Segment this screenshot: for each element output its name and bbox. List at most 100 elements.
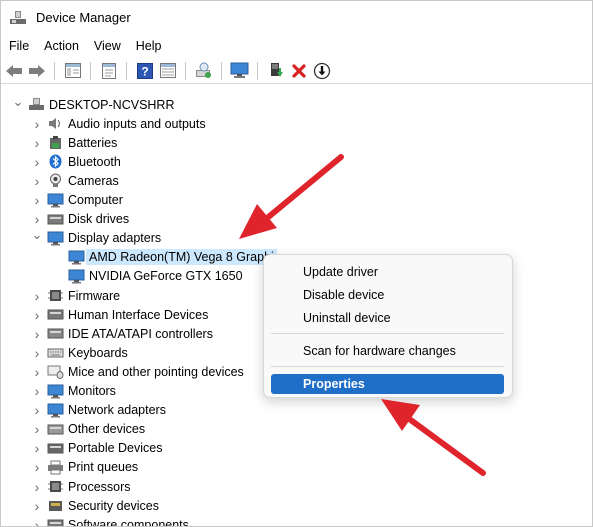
context-menu-disable-device[interactable]: Disable device [271,285,504,305]
expand-chevron-icon[interactable]: › [30,382,44,401]
context-menu: Update driver Disable device Uninstall d… [263,254,513,398]
display-adapter-icon [47,231,64,246]
display-adapter-device-1[interactable]: NVIDIA GeForce GTX 1650 [65,267,243,286]
tree-category-17[interactable]: › Processors [30,477,131,496]
toolbar: ? [1,58,592,84]
expand-chevron-icon[interactable]: › [30,171,44,190]
tree-category-9[interactable]: › IDE ATA/ATAPI controllers [30,324,213,343]
tree-category-label: Display adapters [68,231,162,246]
mouse-icon [47,364,64,380]
tree-category-10[interactable]: › Keyboards [30,343,128,362]
tree-category-18[interactable]: › Security devices [30,496,159,515]
tree-category-2[interactable]: › Bluetooth [30,152,121,171]
expand-chevron-icon[interactable]: › [30,343,44,362]
expand-chevron-icon[interactable]: › [30,191,44,210]
computer-root-icon [28,97,45,112]
software-component-icon [47,517,64,526]
menu-help[interactable]: Help [128,39,169,53]
properties-sheet-icon[interactable] [99,61,119,81]
disable-device-icon[interactable] [312,61,332,81]
tree-category-4[interactable]: › Computer [30,191,123,210]
window-title: Device Manager [36,10,131,25]
expand-chevron-icon[interactable]: › [30,458,44,477]
expand-chevron-icon[interactable]: › [30,133,44,152]
expand-chevron-icon[interactable]: › [30,362,44,381]
context-menu-uninstall-device[interactable]: Uninstall device [271,308,504,328]
expand-chevron-icon[interactable]: › [30,401,44,420]
tree-category-12[interactable]: › Monitors [30,382,116,401]
collapse-chevron-icon[interactable]: ⌄ [30,226,44,245]
display-adapter-device-label: NVIDIA GeForce GTX 1650 [89,269,243,284]
tree-category-0[interactable]: › Audio inputs and outputs [30,114,206,133]
tree-category-label: Cameras [68,173,119,188]
security-icon [47,498,64,513]
tree-category-11[interactable]: › Mice and other pointing devices [30,362,244,381]
tree-category-1[interactable]: › Batteries [30,133,118,152]
expand-chevron-icon[interactable]: › [30,152,44,171]
scan-hardware-icon[interactable] [194,61,214,81]
tree-category-label: Processors [68,479,131,494]
tree-category-6[interactable]: ⌄ Display adapters [30,226,162,248]
uninstall-device-icon[interactable] [289,61,309,81]
tree-category-label: Firmware [68,288,121,303]
tree-category-label: Batteries [68,135,118,150]
show-hide-tree-icon[interactable] [63,61,83,81]
battery-icon [47,135,64,150]
tree-category-13[interactable]: › Network adapters [30,401,166,420]
console-view-icon[interactable] [158,61,178,81]
hid-icon [47,307,64,322]
forward-arrow-icon[interactable] [27,61,47,81]
bluetooth-icon [47,154,64,169]
tree-category-3[interactable]: › Cameras [30,171,119,190]
camera-icon [47,173,64,188]
expand-chevron-icon[interactable]: › [30,286,44,305]
update-driver-icon[interactable] [266,61,286,81]
toolbar-separator [54,61,55,80]
expand-chevron-icon[interactable]: › [30,515,44,526]
menu-action[interactable]: Action [36,39,86,53]
expand-chevron-icon[interactable]: › [30,305,44,324]
keyboard-icon [47,345,64,360]
context-menu-properties[interactable]: Properties [271,374,504,394]
tree-category-label: Human Interface Devices [68,307,209,322]
context-menu-separator [271,333,504,334]
display-adapter-device-label: AMD Radeon(TM) Vega 8 Graphi [86,249,277,266]
tree-category-label: Computer [68,193,123,207]
tree-category-19[interactable]: › Software components [30,515,189,526]
expand-chevron-icon[interactable]: › [30,496,44,515]
tree-category-label: Bluetooth [68,154,121,169]
expand-chevron-icon[interactable]: › [30,324,44,343]
display-adapter-device-0[interactable]: AMD Radeon(TM) Vega 8 Graphi [65,248,277,267]
tree-category-8[interactable]: › Human Interface Devices [30,305,209,324]
toolbar-separator [126,61,127,80]
context-menu-update-driver[interactable]: Update driver [271,262,504,282]
expand-chevron-icon[interactable]: › [30,439,44,458]
help-icon[interactable]: ? [135,61,155,81]
network-adapter-icon [47,403,64,418]
tree-category-label: Audio inputs and outputs [68,116,206,131]
expand-chevron-icon[interactable]: › [30,114,44,133]
speaker-icon [47,116,64,131]
collapse-chevron-icon[interactable]: ⌄ [11,92,25,111]
tree-category-5[interactable]: › Disk drives [30,210,129,229]
display-adapter-device-icon [68,269,85,284]
ide-controller-icon [47,326,64,341]
other-devices-icon [47,422,64,437]
title-bar: Device Manager [1,1,592,34]
tree-category-7[interactable]: › Firmware [30,286,120,305]
tree-category-14[interactable]: › Other devices [30,420,145,439]
tree-category-label: Security devices [68,498,160,513]
expand-chevron-icon[interactable]: › [30,420,44,439]
tree-root[interactable]: ⌄ DESKTOP-NCVSHRR [11,92,175,114]
display-adapter-device-icon [68,250,85,265]
expand-chevron-icon[interactable]: › [30,477,44,496]
firmware-icon [47,288,64,303]
context-menu-scan-hardware[interactable]: Scan for hardware changes [271,341,504,361]
menu-view[interactable]: View [86,39,128,53]
back-arrow-icon[interactable] [4,61,24,81]
monitor-display-icon[interactable] [230,61,250,81]
menu-file[interactable]: File [1,39,36,53]
tree-category-15[interactable]: › Portable Devices [30,439,163,458]
tree-category-label: Keyboards [68,345,128,360]
tree-category-16[interactable]: › Print queues [30,458,139,477]
